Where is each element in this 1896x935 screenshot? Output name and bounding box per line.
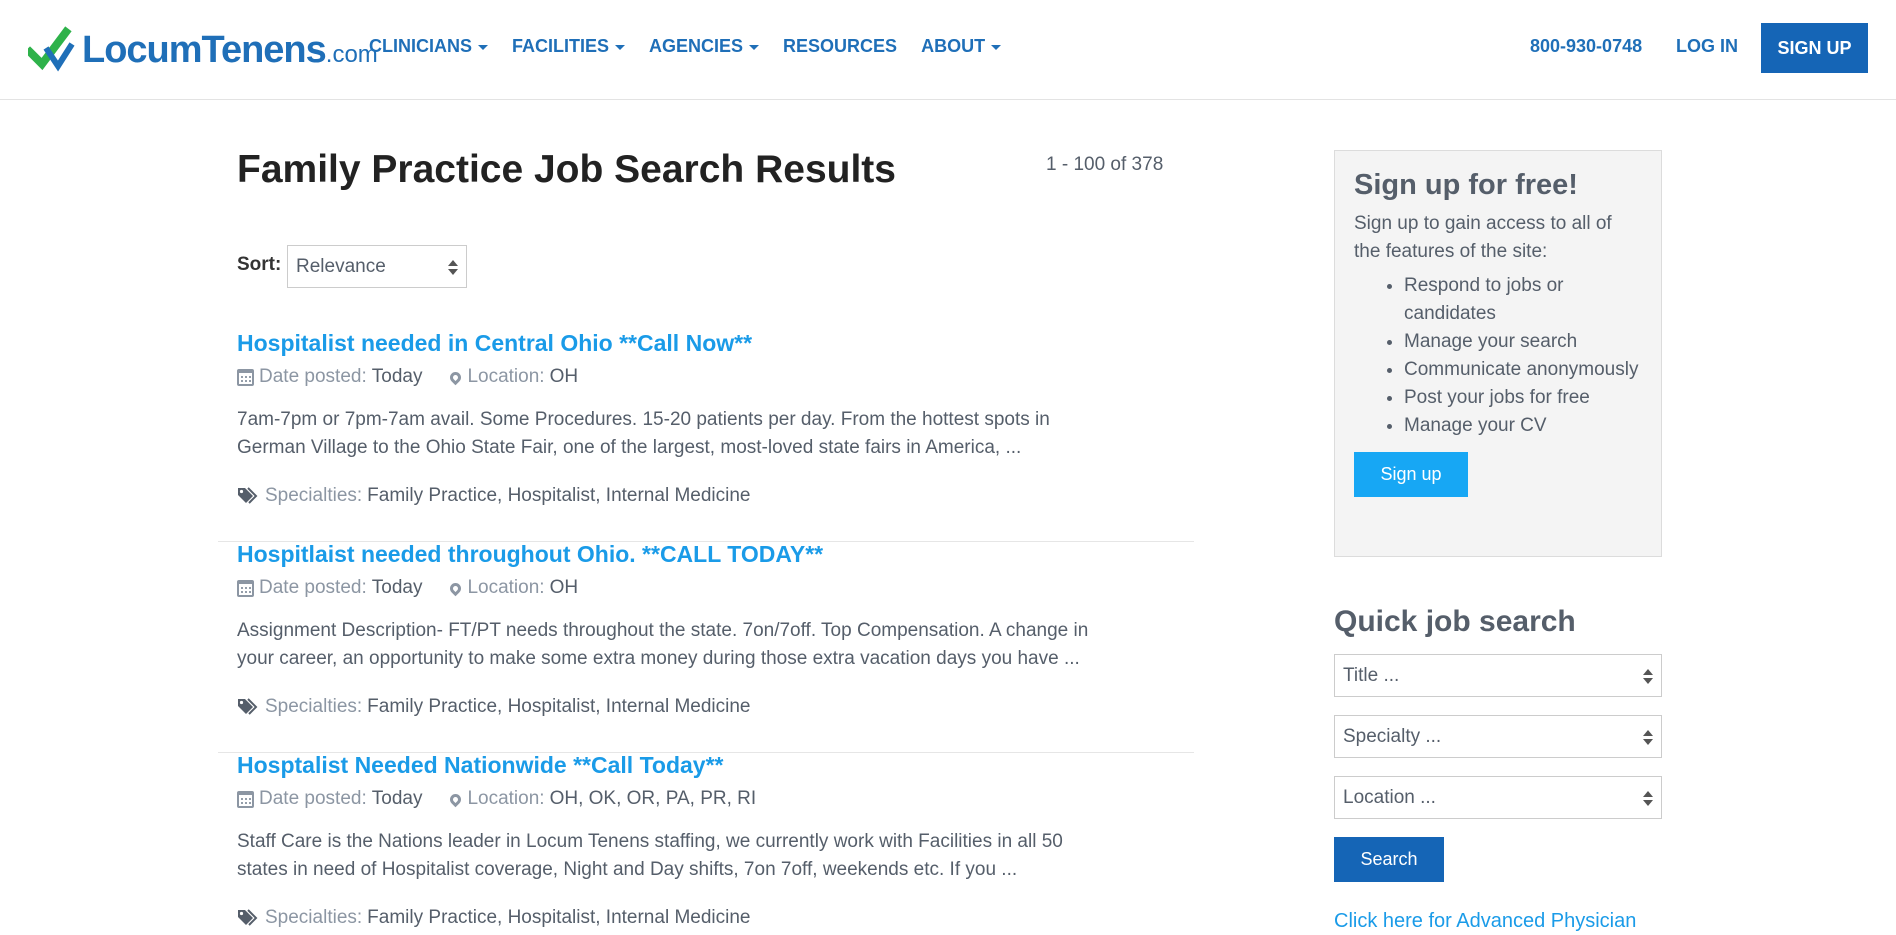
map-pin-icon: [448, 369, 464, 385]
site-logo[interactable]: LocumTenens.com: [28, 26, 378, 74]
specialty-select[interactable]: Specialty ...: [1334, 715, 1662, 758]
job-listing: Hospitalist needed in Central Ohio **Cal…: [218, 330, 1194, 542]
tags-icon: [238, 487, 258, 504]
job-description-line: Staff Care is the Nations leader in Locu…: [237, 831, 1063, 852]
nav-resources[interactable]: RESOURCES: [783, 36, 897, 57]
nav-about[interactable]: ABOUT: [921, 36, 1002, 57]
logo-check-icon: [28, 26, 75, 72]
date-posted-value: Today: [371, 366, 423, 387]
select-arrows-icon: [1643, 791, 1653, 807]
title-select[interactable]: Title ...: [1334, 654, 1662, 697]
quick-search-button[interactable]: Search: [1334, 837, 1444, 882]
result-count: 1 - 100 of 378: [1046, 154, 1164, 175]
map-pin-icon: [448, 580, 464, 596]
job-description: Assignment Description- FT/PT needs thro…: [237, 617, 1177, 673]
nav-agencies-label: AGENCIES: [649, 36, 744, 56]
job-specialties: Specialties: Family Practice, Hospitalis…: [237, 485, 750, 507]
specialties-value: Family Practice, Hospitalist, Internal M…: [367, 907, 751, 928]
nav-agencies[interactable]: AGENCIES: [649, 36, 760, 57]
benefit-item: Manage your CV: [1404, 412, 1642, 440]
tags-icon: [238, 698, 258, 715]
signup-free-button[interactable]: Sign up: [1354, 452, 1468, 497]
job-description-line: your career, an opportunity to make some…: [237, 648, 1080, 669]
job-listing: Hospitlaist needed throughout Ohio. **CA…: [218, 541, 1194, 753]
specialties-value: Family Practice, Hospitalist, Internal M…: [367, 696, 751, 717]
job-specialties: Specialties: Family Practice, Hospitalis…: [237, 696, 750, 718]
signup-panel-title: Sign up for free!: [1354, 169, 1578, 201]
specialties-label: Specialties:: [265, 907, 363, 928]
calendar-icon: [237, 368, 254, 386]
location-value: OH: [549, 577, 579, 598]
date-posted-label: Date posted:: [259, 366, 367, 387]
job-description-line: states in need of Hospitalist coverage, …: [237, 859, 1018, 880]
main-nav: CLINICIANS FACILITIES AGENCIES RESOURCES…: [369, 36, 1002, 57]
sort-label: Sort:: [237, 254, 282, 275]
specialties-label: Specialties:: [265, 696, 363, 717]
nav-resources-label: RESOURCES: [783, 36, 898, 56]
location-label: Location:: [467, 577, 545, 598]
sort-select[interactable]: Relevance: [287, 245, 467, 288]
nav-facilities-label: FACILITIES: [512, 36, 610, 56]
nav-clinicians-label: CLINICIANS: [369, 36, 472, 56]
job-description-line: Assignment Description- FT/PT needs thro…: [237, 620, 1089, 641]
job-title-link[interactable]: Hosptalist Needed Nationwide **Call Toda…: [237, 752, 724, 779]
calendar-icon: [237, 790, 254, 808]
benefits-list: Respond to jobs or candidates Manage you…: [1354, 272, 1642, 440]
tags-icon: [238, 909, 258, 926]
job-meta: Date posted: Today Location: OH: [237, 366, 578, 388]
job-meta: Date posted: Today Location: OH: [237, 577, 578, 599]
location-label: Location:: [467, 788, 545, 809]
sort-value: Relevance: [296, 255, 386, 277]
logo-text: LocumTenens.com: [82, 31, 378, 69]
logo-name: LocumTenens: [82, 29, 327, 71]
job-title-link[interactable]: Hospitalist needed in Central Ohio **Cal…: [237, 330, 752, 357]
advanced-search-link[interactable]: Click here for Advanced Physician: [1334, 910, 1636, 933]
caret-down-icon: [478, 45, 488, 50]
specialties-label: Specialties:: [265, 485, 363, 506]
nav-about-label: ABOUT: [921, 36, 986, 56]
phone-link[interactable]: 800-930-0748: [1530, 36, 1642, 57]
nav-clinicians[interactable]: CLINICIANS: [369, 36, 488, 57]
header-signup-button[interactable]: SIGN UP: [1761, 23, 1868, 73]
caret-down-icon: [991, 45, 1002, 50]
signup-panel: Sign up for free! Sign up to gain access…: [1334, 150, 1662, 557]
job-description: Staff Care is the Nations leader in Locu…: [237, 828, 1177, 884]
quick-search-title: Quick job search: [1334, 605, 1576, 638]
site-header: LocumTenens.com CLINICIANS FACILITIES AG…: [0, 0, 1896, 100]
date-posted-value: Today: [371, 577, 423, 598]
date-posted-label: Date posted:: [259, 788, 367, 809]
specialties-value: Family Practice, Hospitalist, Internal M…: [367, 485, 751, 506]
job-description-line: 7am-7pm or 7pm-7am avail. Some Procedure…: [237, 409, 1050, 430]
location-select-value: Location ...: [1343, 786, 1436, 808]
select-arrows-icon: [1643, 669, 1653, 685]
select-arrows-icon: [448, 260, 458, 276]
job-listing: Hosptalist Needed Nationwide **Call Toda…: [218, 752, 1194, 935]
job-meta: Date posted: Today Location: OH, OK, OR,…: [237, 788, 756, 810]
location-value: OH: [549, 366, 579, 387]
map-pin-icon: [448, 791, 464, 807]
location-value: OH, OK, OR, PA, PR, RI: [549, 788, 757, 809]
select-arrows-icon: [1643, 730, 1653, 746]
signup-panel-intro: Sign up to gain access to all of the fea…: [1354, 213, 1612, 262]
login-link[interactable]: LOG IN: [1676, 36, 1738, 57]
caret-down-icon: [749, 45, 760, 50]
benefit-item: Post your jobs for free: [1404, 384, 1642, 412]
date-posted-label: Date posted:: [259, 577, 367, 598]
specialty-select-value: Specialty ...: [1343, 725, 1442, 747]
location-label: Location:: [467, 366, 545, 387]
job-description-line: German Village to the Ohio State Fair, o…: [237, 437, 1022, 458]
job-description: 7am-7pm or 7pm-7am avail. Some Procedure…: [237, 406, 1177, 462]
title-select-value: Title ...: [1343, 664, 1400, 686]
benefit-item: Respond to jobs or candidates: [1404, 272, 1642, 328]
job-title-link[interactable]: Hospitlaist needed throughout Ohio. **CA…: [237, 541, 823, 568]
job-specialties: Specialties: Family Practice, Hospitalis…: [237, 907, 750, 929]
date-posted-value: Today: [371, 788, 423, 809]
nav-facilities[interactable]: FACILITIES: [512, 36, 626, 57]
benefit-item: Manage your search: [1404, 328, 1642, 356]
page-title: Family Practice Job Search Results: [237, 148, 896, 191]
caret-down-icon: [615, 45, 626, 50]
benefit-item: Communicate anonymously: [1404, 356, 1642, 384]
calendar-icon: [237, 579, 254, 597]
location-select[interactable]: Location ...: [1334, 776, 1662, 819]
